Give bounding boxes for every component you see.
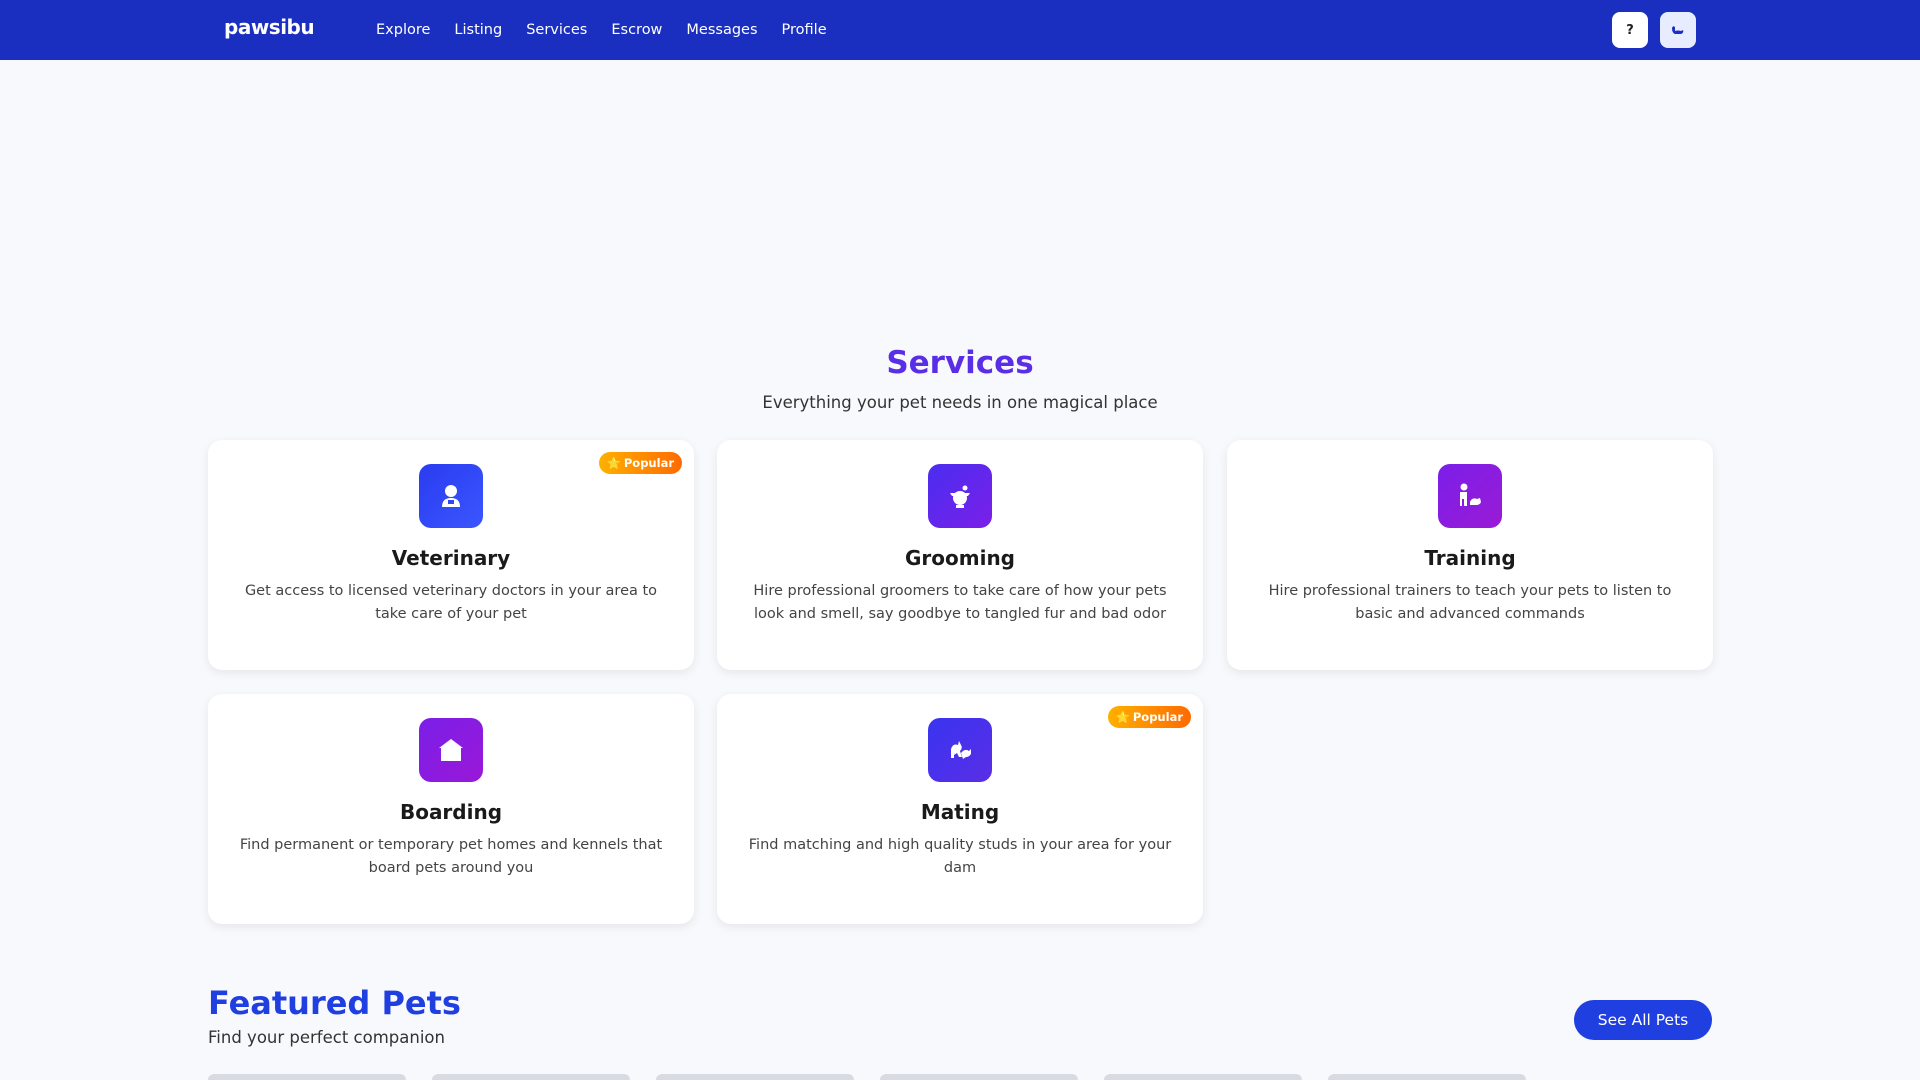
avatar-button[interactable] — [1660, 12, 1696, 48]
pet-card[interactable] — [208, 1074, 406, 1080]
pet-avatar-icon — [1672, 26, 1684, 34]
card-title: Mating — [920, 800, 1000, 824]
service-card-mating[interactable]: ⭐ Popular Mating Find matching and high … — [717, 694, 1203, 924]
grooming-icon — [928, 464, 992, 528]
badge-label: Popular — [623, 456, 674, 470]
service-card-boarding[interactable]: Boarding Find permanent or temporary pet… — [208, 694, 694, 924]
pet-card[interactable] — [656, 1074, 854, 1080]
featured-pets-heading: Featured Pets — [208, 984, 461, 1022]
card-title: Boarding — [399, 800, 503, 824]
nav-links: Explore Listing Services Escrow Messages… — [376, 0, 827, 60]
popular-badge: ⭐ Popular — [598, 452, 682, 474]
services-heading: Services — [886, 345, 1034, 381]
nav-link-messages[interactable]: Messages — [686, 22, 757, 38]
star-icon: ⭐ — [606, 456, 621, 470]
top-navbar: pawsibu Explore Listing Services Escrow … — [0, 0, 1920, 60]
help-icon: ? — [1626, 22, 1634, 38]
see-all-pets-button[interactable]: See All Pets — [1574, 1000, 1712, 1040]
nav-link-explore[interactable]: Explore — [376, 22, 430, 38]
card-title: Veterinary — [391, 546, 511, 570]
card-title: Training — [1424, 546, 1516, 570]
training-icon — [1438, 464, 1502, 528]
nav-link-escrow[interactable]: Escrow — [611, 22, 662, 38]
card-description: Hire professional trainers to teach your… — [1268, 583, 1672, 622]
star-icon: ⭐ — [1115, 710, 1130, 724]
service-card-veterinary[interactable]: ⭐ Popular Veterinary Get access to licen… — [208, 440, 694, 670]
card-description: Get access to licensed veterinary doctor… — [244, 583, 658, 622]
service-card-training[interactable]: Training Hire professional trainers to t… — [1227, 440, 1713, 670]
nav-link-services[interactable]: Services — [526, 22, 587, 38]
popular-badge: ⭐ Popular — [1107, 706, 1191, 728]
mating-icon — [928, 718, 992, 782]
house-icon — [419, 718, 483, 782]
veterinarian-icon — [419, 464, 483, 528]
card-description: Find permanent or temporary pet homes an… — [239, 837, 663, 876]
brand-logo[interactable]: pawsibu — [224, 15, 315, 39]
pet-card[interactable] — [1104, 1074, 1302, 1080]
card-description: Hire professional groomers to take care … — [753, 583, 1167, 622]
card-title: Grooming — [904, 546, 1015, 570]
card-description: Find matching and high quality studs in … — [748, 837, 1172, 876]
pet-card[interactable] — [1328, 1074, 1526, 1080]
help-button[interactable]: ? — [1612, 12, 1648, 48]
nav-link-profile[interactable]: Profile — [782, 22, 827, 38]
featured-pets-subtitle: Find your perfect companion — [208, 1028, 445, 1047]
pet-card[interactable] — [432, 1074, 630, 1080]
badge-label: Popular — [1132, 710, 1183, 724]
services-subtitle: Everything your pet needs in one magical… — [762, 393, 1158, 412]
service-card-grooming[interactable]: Grooming Hire professional groomers to t… — [717, 440, 1203, 670]
nav-link-listing[interactable]: Listing — [454, 22, 502, 38]
pet-card[interactable] — [880, 1074, 1078, 1080]
